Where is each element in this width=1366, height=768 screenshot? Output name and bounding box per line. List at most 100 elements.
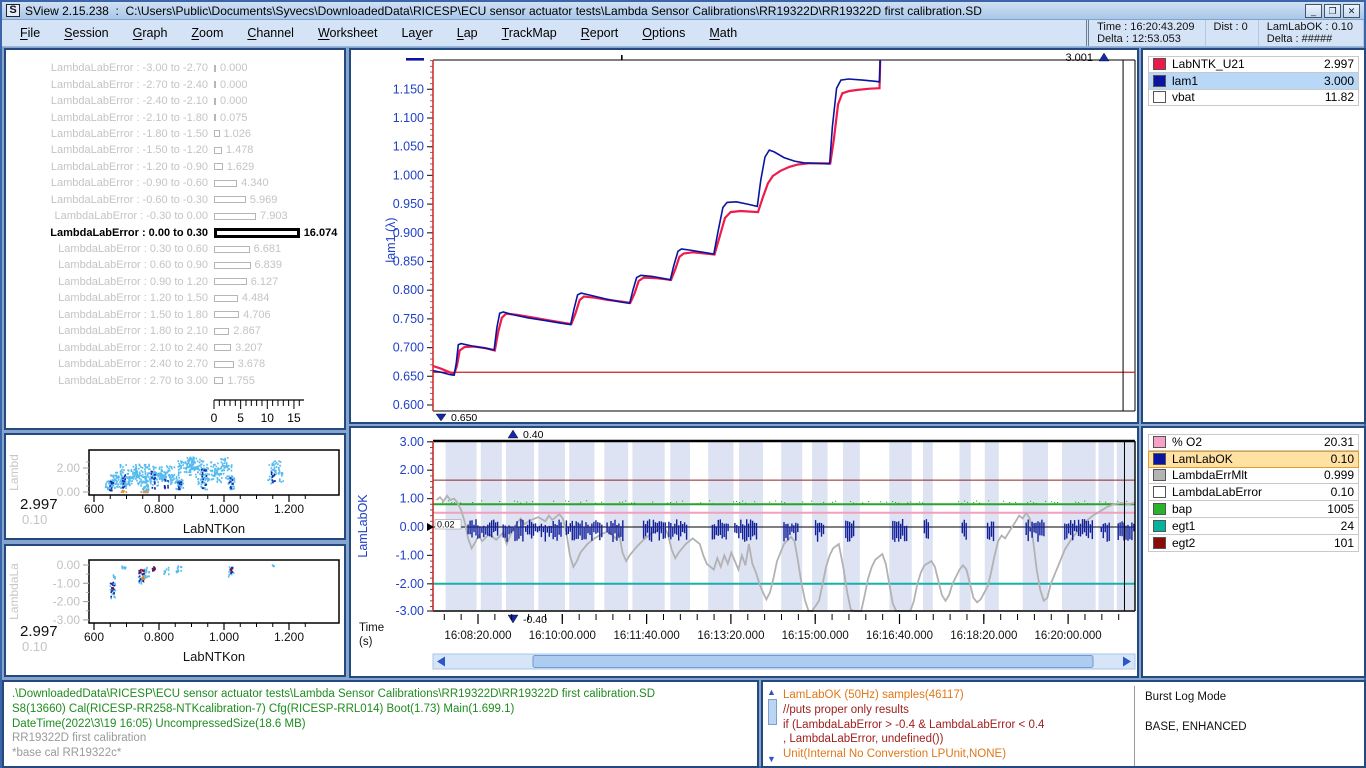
menu-lap[interactable]: Lap (445, 26, 490, 40)
scroll-thumb[interactable] (768, 699, 777, 725)
lamlabok-timeseries-chart[interactable]: 3.002.001.000.00-1.00-2.00-3.000.020.40-… (351, 428, 1137, 676)
footer-file-info: .\DownloadedData\RICESP\ECU sensor actua… (2, 680, 759, 768)
restore-button[interactable]: ❐ (1324, 4, 1341, 18)
histogram-row[interactable]: LambdaLabError : 0.90 to 1.20 6.127 (10, 274, 342, 290)
main-ytick: 0.650 (393, 369, 424, 383)
channel-name: vbat (1172, 90, 1325, 104)
menu-zoom[interactable]: Zoom (179, 26, 235, 40)
histogram-value: 6.127 (251, 276, 279, 288)
legend-row-lam1[interactable]: lam13.000 (1148, 73, 1359, 90)
channel-value: 2.997 (1324, 57, 1354, 71)
histogram-value: 0.000 (220, 95, 248, 107)
histogram-row[interactable]: LambdaLabError : -1.50 to -1.201.478 (10, 142, 342, 158)
histogram-row[interactable]: LambdaLabError : -3.00 to -2.700.000 (10, 60, 342, 76)
histogram-row[interactable]: LambdaLabError : -1.20 to -0.90 1.629 (10, 159, 342, 175)
histogram-row[interactable]: LambdaLabError : -0.30 to 0.007.903 (10, 208, 342, 224)
histogram-row[interactable]: LambdaLabError : -0.60 to -0.305.969 (10, 192, 342, 208)
channel-value: 20.31 (1324, 435, 1354, 449)
histogram-row[interactable]: LambdaLabError : 0.00 to 0.3016.074 (10, 224, 342, 240)
minimize-button[interactable]: _ (1305, 4, 1322, 18)
histogram-row[interactable]: LambdaLabError : -2.40 to -2.100.000 (10, 93, 342, 109)
timeseries-panel[interactable]: 3.002.001.000.00-1.00-2.00-3.000.020.40-… (349, 426, 1139, 678)
histogram-label: LambdaLabError : 0.60 to 0.90 (10, 259, 208, 271)
histogram-bar (214, 262, 251, 269)
histogram-bar (214, 344, 231, 351)
scatter-xtick: 1.000 (209, 630, 239, 644)
legend-row--o2[interactable]: % O220.31 (1148, 434, 1359, 451)
scatter-lambda-chart[interactable]: 2.000.006000.8001.0001.200LabNTKonLambd (6, 435, 344, 538)
histogram-bar (214, 361, 234, 368)
footer-line: *base cal RR19322c* (12, 746, 749, 761)
math-scrollbar[interactable]: ▲ ▼ (766, 687, 779, 765)
ts-ytick: -3.00 (396, 604, 425, 618)
legend-bottom-rows: % O220.31LamLabOK0.10LambdaErrMlt0.999La… (1148, 434, 1359, 552)
footer-line: Burst Log Mode (1145, 690, 1247, 705)
histogram-row[interactable]: LambdaLabError : 1.80 to 2.102.867 (10, 323, 342, 339)
time-tick: 16:10:00.000 (529, 630, 596, 642)
menu-session[interactable]: Session (52, 26, 120, 40)
menu-options[interactable]: Options (630, 26, 697, 40)
channel-name: LabNTK_U21 (1172, 57, 1324, 71)
time-tick: 16:16:40.000 (866, 630, 933, 642)
histogram-panel[interactable]: LambdaLabError : -3.00 to -2.700.000Lamb… (4, 48, 346, 430)
ts-ytick: 2.00 (400, 463, 424, 477)
histogram-row[interactable]: LambdaLabError : 1.20 to 1.504.484 (10, 290, 342, 306)
main-ytick: 0.700 (393, 341, 424, 355)
scatter-points (105, 457, 284, 490)
legend-row-lamlabok[interactable]: LamLabOK0.10 (1148, 451, 1359, 468)
histogram-label: LambdaLabError : 0.90 to 1.20 (10, 276, 208, 288)
scrollbar-thumb[interactable] (533, 656, 1093, 668)
histogram-row[interactable]: LambdaLabError : 2.40 to 2.703.678 (10, 356, 342, 372)
legend-row-bap[interactable]: bap1005 (1148, 501, 1359, 518)
legend-row-lambdalaberror[interactable]: LambdaLabError0.10 (1148, 484, 1359, 501)
legend-row-vbat[interactable]: vbat11.82 (1148, 90, 1359, 107)
histogram-row[interactable]: LambdaLabError : 1.50 to 1.804.706 (10, 307, 342, 323)
menu-worksheet[interactable]: Worksheet (306, 26, 390, 40)
histogram-row[interactable]: LambdaLabError : 0.30 to 0.606.681 (10, 241, 342, 257)
histogram-row[interactable]: LambdaLabError : -2.70 to -2.400.000 (10, 76, 342, 92)
histogram-value: 1.629 (227, 161, 255, 173)
menu-graph[interactable]: Graph (121, 26, 180, 40)
menu-report[interactable]: Report (569, 26, 631, 40)
histogram-row[interactable]: LambdaLabError : -0.90 to -0.604.340 (10, 175, 342, 191)
status-col-2: LamLabOK : 0.10Delta : ##### (1259, 20, 1364, 46)
menu-channel[interactable]: Channel (235, 26, 306, 40)
ts-ytick: 3.00 (400, 435, 424, 449)
main-lambda-chart[interactable]: 1.1501.1001.0501.0000.9500.9000.8500.800… (351, 50, 1137, 422)
menu-layer[interactable]: Layer (389, 26, 444, 40)
histogram-row[interactable]: LambdaLabError : -1.80 to -1.501.026 (10, 126, 342, 142)
histogram-bar (214, 228, 300, 238)
legend-row-labntk-u21[interactable]: LabNTK_U212.997 (1148, 56, 1359, 73)
scatter-ytick: 0.00 (57, 485, 81, 499)
legend-row-lambdaerrmlt[interactable]: LambdaErrMlt0.999 (1148, 468, 1359, 485)
legend-row-egt1[interactable]: egt124 (1148, 518, 1359, 535)
scatter-ytick: 2.00 (57, 461, 81, 475)
menu-file[interactable]: File (8, 26, 52, 40)
scroll-up-icon[interactable]: ▲ (766, 687, 777, 698)
scatter-error-panel[interactable]: 0.00-1.00-2.00-3.006000.8001.0001.200Lab… (4, 544, 346, 677)
menu-math[interactable]: Math (697, 26, 749, 40)
main-ytick: 0.600 (393, 398, 424, 412)
cursor-zero-value: 0.02 (437, 520, 455, 530)
histogram-row[interactable]: LambdaLabError : 2.10 to 2.403.207 (10, 339, 342, 355)
main-chart-panel[interactable]: 1.1501.1001.0501.0000.9500.9000.8500.800… (349, 48, 1139, 424)
histogram-row[interactable]: LambdaLabError : 2.70 to 3.001.755 (10, 372, 342, 388)
histogram-value: 2.867 (233, 325, 261, 337)
main-ytick: 0.750 (393, 312, 424, 326)
histogram-bar (214, 130, 220, 137)
histogram-label: LambdaLabError : -1.20 to -0.90 (10, 161, 208, 173)
marker-top-value: 0.40 (523, 429, 544, 441)
menu-trackmap[interactable]: TrackMap (490, 26, 569, 40)
scatter-error-chart[interactable]: 0.00-1.00-2.00-3.006000.8001.0001.200Lab… (6, 546, 344, 675)
footer-divider (1134, 686, 1135, 766)
histogram-row[interactable]: LambdaLabError : -2.10 to -1.800.075 (10, 109, 342, 125)
close-button[interactable]: ✕ (1343, 4, 1360, 18)
histogram-row[interactable]: LambdaLabError : 0.60 to 0.906.839 (10, 257, 342, 273)
histogram-label: LambdaLabError : 2.70 to 3.00 (10, 375, 208, 387)
corner-value-max: 2.997 (20, 496, 58, 513)
legend-row-egt2[interactable]: egt2101 (1148, 535, 1359, 552)
scroll-down-icon[interactable]: ▼ (766, 754, 777, 765)
scatter-ytick: 0.00 (57, 558, 81, 572)
window-title: SView 2.15.238 : C:\Users\Public\Documen… (25, 4, 1303, 18)
scatter-lambda-panel[interactable]: 2.000.006000.8001.0001.200LabNTKonLambd … (4, 433, 346, 540)
